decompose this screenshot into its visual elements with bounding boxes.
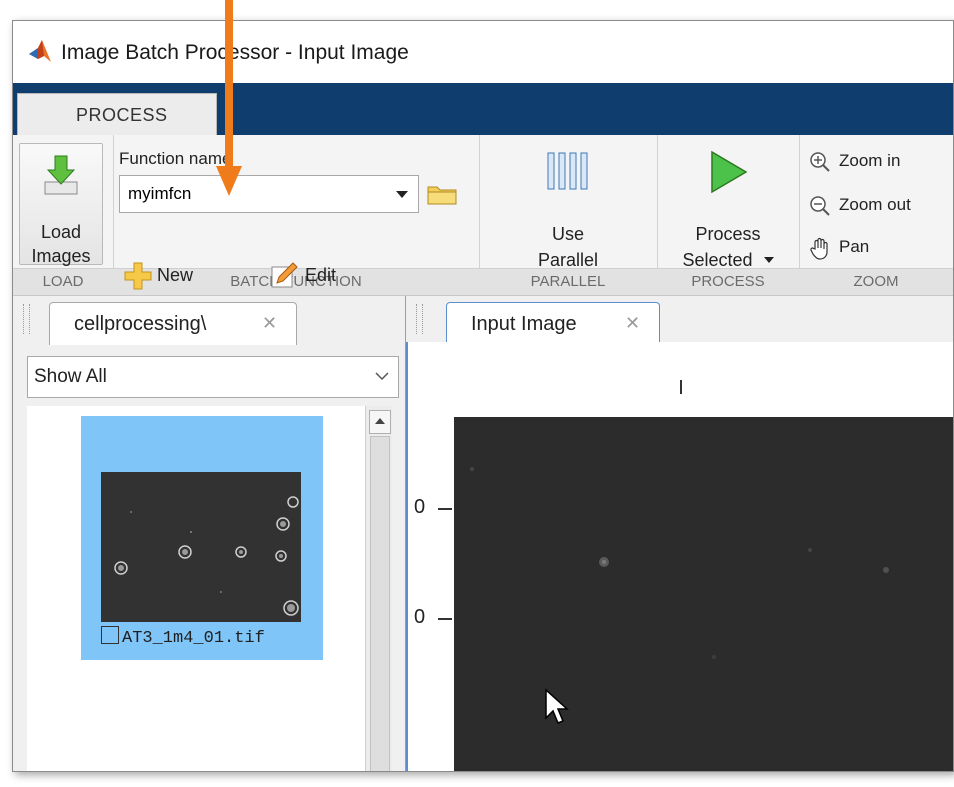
play-icon (711, 150, 748, 194)
zoom-in-button[interactable]: Zoom in (809, 151, 900, 178)
image-axes: 0 0 (406, 342, 954, 771)
tab-input-image-label: Input Image (471, 313, 577, 335)
y-axis-tick (438, 508, 452, 510)
folder-icon[interactable] (427, 183, 457, 205)
process-selected-button[interactable]: Process Selected (657, 145, 799, 270)
group-load-label: LOAD (13, 268, 113, 295)
new-function-label: New (157, 265, 194, 285)
mouse-cursor-icon (545, 688, 569, 724)
tab-process[interactable]: PROCESS (17, 93, 217, 138)
load-images-button[interactable]: Load Images (19, 143, 103, 266)
thumbnail-image (101, 472, 301, 622)
group-zoom-label: ZOOM (799, 268, 953, 295)
image-browser-panel: cellprocessing\ ✕ Show All AT3_1m4_01.ti… (13, 296, 406, 771)
plus-icon (124, 262, 152, 290)
annotation-arrow-icon (216, 0, 242, 196)
new-function-button[interactable]: New (119, 259, 229, 293)
close-icon[interactable]: ✕ (262, 313, 277, 334)
pan-button[interactable]: Pan (809, 237, 869, 266)
edit-function-label: Edit (305, 265, 337, 285)
use-parallel-label-line1: Use (551, 224, 584, 244)
process-selected-label-line2: Selected (682, 250, 753, 270)
zoom-in-icon (810, 152, 830, 172)
function-name-value: myimfcn (128, 184, 192, 203)
group-parallel: Use Parallel PARALLEL (479, 135, 658, 295)
scrollbar-thumb[interactable] (370, 436, 390, 771)
y-tick-label: 0 (414, 496, 426, 518)
app-window: Image Batch Processor - Input Image PROC… (12, 20, 954, 772)
process-selected-label-line1: Process (695, 224, 761, 244)
pan-label: Pan (839, 237, 870, 256)
matlab-logo-icon (29, 40, 51, 62)
filter-dropdown[interactable]: Show All (27, 356, 399, 398)
group-parallel-label: PARALLEL (479, 268, 657, 295)
chevron-down-icon (375, 372, 389, 381)
thumbnail-caption: AT3_1m4_01.tif (101, 626, 265, 648)
ribbon: Load Images LOAD BATCH FUNCTION Function… (13, 135, 953, 296)
y-tick-label: 0 (414, 606, 426, 628)
edit-pencil-icon (271, 262, 298, 288)
group-process-label: PROCESS (657, 268, 799, 295)
close-icon[interactable]: ✕ (625, 313, 640, 334)
thumbnail-list: AT3_1m4_01.tif (27, 406, 365, 771)
tab-input-image[interactable]: Input Image ✕ (446, 302, 660, 345)
tab-process-label: PROCESS (76, 105, 168, 125)
panel-grip-handle[interactable] (23, 304, 30, 334)
input-image-display[interactable] (454, 417, 954, 771)
panel-grip-handle[interactable] (416, 304, 423, 334)
tab-cellprocessing-label: cellprocessing\ (74, 313, 207, 335)
y-axis-tick (438, 618, 452, 620)
parallel-bars-icon (547, 152, 588, 190)
chevron-down-icon (763, 257, 774, 263)
use-parallel-button[interactable]: Use Parallel (479, 145, 657, 270)
function-name-dropdown[interactable]: myimfcn (119, 175, 419, 213)
group-load: Load Images LOAD (13, 135, 114, 295)
pan-hand-icon (810, 237, 828, 260)
tab-cellprocessing[interactable]: cellprocessing\ ✕ (49, 302, 297, 345)
chevron-down-icon (396, 191, 408, 198)
group-zoom: Zoom in Zoom out Pan ZOOM (799, 135, 953, 295)
title-bar: Image Batch Processor - Input Image (13, 21, 953, 83)
zoom-out-button[interactable]: Zoom out (809, 195, 911, 222)
group-process: Process Selected PROCESS (657, 135, 800, 295)
load-download-icon (44, 155, 78, 195)
zoom-out-icon (810, 196, 830, 216)
thumbnail-checkbox[interactable] (101, 626, 119, 644)
thumbnail-item[interactable]: AT3_1m4_01.tif (81, 416, 323, 660)
vertical-scrollbar[interactable] (365, 406, 392, 771)
filter-value: Show All (34, 366, 107, 387)
thumbnail-filename: AT3_1m4_01.tif (122, 629, 265, 648)
scroll-up-arrow-icon[interactable] (369, 410, 391, 434)
zoom-out-label: Zoom out (839, 195, 911, 214)
edit-function-button[interactable]: Edit (267, 259, 377, 293)
load-images-label: Load Images (31, 222, 91, 266)
input-image-panel: Input Image ✕ 0 0 (406, 296, 953, 771)
zoom-in-label: Zoom in (839, 151, 901, 170)
x-axis-tick (680, 380, 682, 394)
